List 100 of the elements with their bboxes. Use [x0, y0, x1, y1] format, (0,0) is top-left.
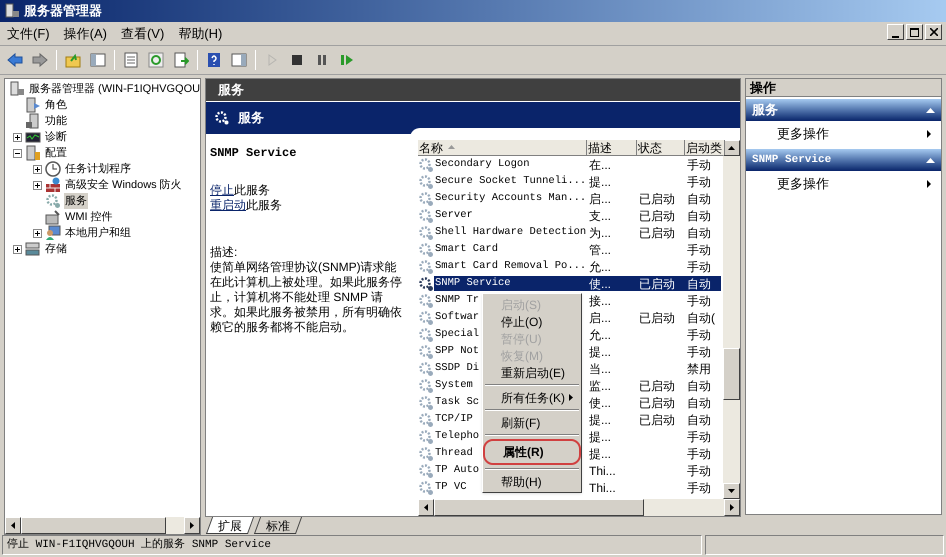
down-arrow-icon — [728, 489, 735, 493]
gear-icon — [418, 428, 434, 444]
table-cell-text: 提... — [588, 174, 612, 189]
server-icon — [25, 97, 41, 113]
menu-item[interactable]: 属性(R) — [483, 439, 581, 465]
table-cell-text: 手动 — [686, 327, 712, 342]
table-cell[interactable]: Security Accounts Man... — [434, 191, 587, 206]
tree-item[interactable]: 本地用户和组 — [64, 224, 132, 242]
table-cell-text: 支... — [588, 208, 612, 223]
link[interactable]: 停止 — [210, 183, 234, 198]
tree-item[interactable]: 服务器管理器 (WIN-F1IQHVGQOU — [28, 80, 200, 98]
folder-icon — [65, 52, 81, 68]
menu-item[interactable]: 操作(A) — [56, 24, 114, 44]
table-cell[interactable]: Secondary Logon — [434, 157, 587, 172]
menu-item[interactable]: 查看(V) — [114, 24, 172, 44]
table-cell-text: 提... — [588, 412, 612, 427]
table-cell[interactable]: Smart Card Removal Po... — [434, 259, 587, 274]
horizontal-scrollbar[interactable] — [5, 517, 200, 534]
table-cell-text: 自动 — [686, 208, 712, 223]
section-header[interactable]: SNMP Service — [746, 149, 941, 171]
close-button[interactable] — [925, 24, 942, 40]
gear-icon — [418, 258, 434, 274]
table-cell-text: 管... — [588, 242, 612, 257]
tab[interactable]: 扩展 — [206, 517, 254, 534]
vertical-scrollbar[interactable] — [723, 140, 740, 499]
menu-item[interactable]: 帮助(H) — [171, 24, 230, 44]
horizontal-scrollbar[interactable] — [418, 499, 740, 516]
menu-item[interactable]: 停止(O) — [483, 313, 581, 330]
tree-item[interactable]: 角色 — [44, 96, 68, 114]
table-cell-text: 手动 — [686, 446, 712, 461]
table-cell[interactable]: Shell Hardware Detection — [434, 225, 587, 240]
menu-item[interactable]: 所有任务(K) — [483, 389, 581, 406]
menu-item[interactable]: 重新启动(E) — [483, 364, 581, 381]
submenu-arrow-icon — [927, 180, 931, 188]
computer-icon — [45, 209, 61, 225]
gear-icon — [214, 110, 230, 126]
table-cell[interactable]: Server — [434, 208, 587, 223]
table-cell-text: 在... — [588, 157, 612, 172]
table-cell[interactable]: SNMP Service — [434, 276, 587, 291]
pane-header: 操作 — [746, 79, 941, 97]
scrollbar-thumb[interactable] — [723, 348, 740, 400]
gear-icon — [418, 462, 434, 478]
table-cell-text: 允... — [588, 327, 612, 342]
clock-icon — [45, 161, 61, 177]
gear-icon — [418, 276, 434, 292]
column-header[interactable]: 状态 — [637, 140, 685, 155]
table-cell-text: 提... — [588, 344, 612, 359]
gear-icon — [418, 208, 434, 224]
table-cell-text: 已启动 — [638, 378, 676, 393]
column-header[interactable]: 描述 — [587, 140, 637, 155]
forward-arrow-icon — [32, 52, 48, 68]
back-arrow-icon — [7, 52, 23, 68]
description-text: 使简单网络管理协议(SNMP)请求能在此计算机上被处理。如果此服务停止，计算机将不能处理 SNMP 请求。如果此服务被禁用，所有明确依赖它的服务都将不能启动。 — [210, 260, 403, 335]
gear-icon — [418, 326, 434, 342]
tree-item[interactable]: 存储 — [44, 240, 68, 258]
tab[interactable]: 标准 — [254, 517, 302, 534]
gear-icon — [418, 174, 434, 190]
table-cell-text: 手动 — [686, 463, 712, 478]
window-title: 服务器管理器 — [24, 2, 102, 20]
scrollbar-thumb[interactable] — [434, 499, 644, 516]
tree-item[interactable]: 诊断 — [44, 128, 68, 146]
left-arrow-icon — [424, 504, 428, 511]
section-header[interactable]: 服务 — [746, 99, 941, 121]
gear-icon — [418, 394, 434, 410]
menu-item[interactable]: 帮助(H) — [483, 473, 581, 490]
table-cell-text: 启... — [588, 191, 612, 206]
tree-item[interactable]: 任务计划程序 — [64, 160, 132, 178]
refresh-icon — [148, 52, 164, 68]
menu-item[interactable]: 文件(F) — [0, 24, 57, 44]
tree-item[interactable]: 高级安全 Windows 防火 — [64, 176, 183, 194]
submenu-arrow-icon — [927, 130, 931, 138]
table-cell-text: 手动 — [686, 429, 712, 444]
table-cell-text: 手动 — [686, 174, 712, 189]
minimize-button[interactable] — [887, 24, 904, 40]
menu-item[interactable]: 刷新(F) — [483, 414, 581, 431]
link[interactable]: 重启动 — [210, 198, 246, 213]
gear-icon — [418, 190, 434, 206]
tree-item[interactable]: WMI 控件 — [64, 208, 114, 226]
action-item[interactable]: 更多操作 — [746, 171, 941, 197]
restore-button[interactable] — [906, 24, 923, 40]
action-item[interactable]: 更多操作 — [746, 121, 941, 147]
table-cell-text: 手动 — [686, 480, 712, 495]
tree-item[interactable]: 功能 — [44, 112, 68, 130]
table-cell[interactable]: Secure Socket Tunneli... — [434, 174, 587, 189]
column-header[interactable]: 启动类 — [685, 140, 725, 155]
table-cell[interactable]: Smart Card — [434, 242, 587, 257]
table-cell-text: 已启动 — [638, 310, 676, 325]
banner-title: 服务 — [238, 109, 264, 128]
table-cell-text: 监... — [588, 378, 612, 393]
users-icon — [45, 225, 61, 241]
table-cell-text: 已启动 — [638, 191, 676, 206]
scrollbar-thumb[interactable] — [21, 517, 166, 534]
column-header[interactable]: 名称 — [418, 140, 587, 155]
tree-item[interactable]: 配置 — [44, 144, 68, 162]
gear-icon — [418, 242, 434, 258]
status-text: 停止 WIN-F1IQHVGQOUH 上的服务 SNMP Service — [2, 535, 702, 555]
gear-icon — [418, 344, 434, 360]
tree-item[interactable]: 服务 — [64, 192, 88, 210]
server-icon — [9, 81, 25, 97]
table-cell-text: 已启动 — [638, 412, 676, 427]
